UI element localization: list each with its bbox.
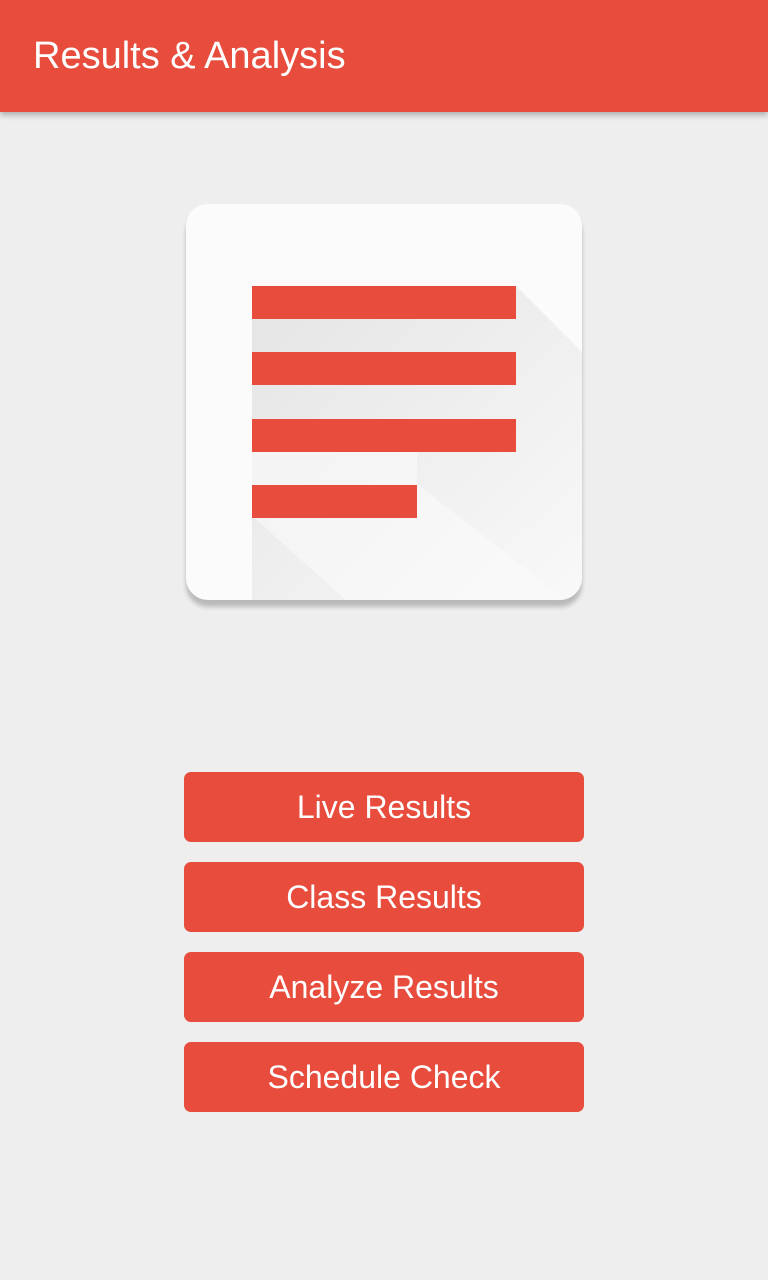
document-lines-icon bbox=[252, 286, 582, 600]
logo-line-2 bbox=[252, 352, 516, 385]
app-bar: Results & Analysis bbox=[0, 0, 768, 112]
class-results-button[interactable]: Class Results bbox=[184, 862, 584, 932]
logo-line-3 bbox=[252, 419, 516, 452]
schedule-check-button[interactable]: Schedule Check bbox=[184, 1042, 584, 1112]
logo-line-1 bbox=[252, 286, 516, 319]
logo-line-4 bbox=[252, 485, 417, 518]
app-logo bbox=[186, 204, 582, 600]
live-results-button[interactable]: Live Results bbox=[184, 772, 584, 842]
analyze-results-button[interactable]: Analyze Results bbox=[184, 952, 584, 1022]
page-title: Results & Analysis bbox=[33, 35, 346, 77]
